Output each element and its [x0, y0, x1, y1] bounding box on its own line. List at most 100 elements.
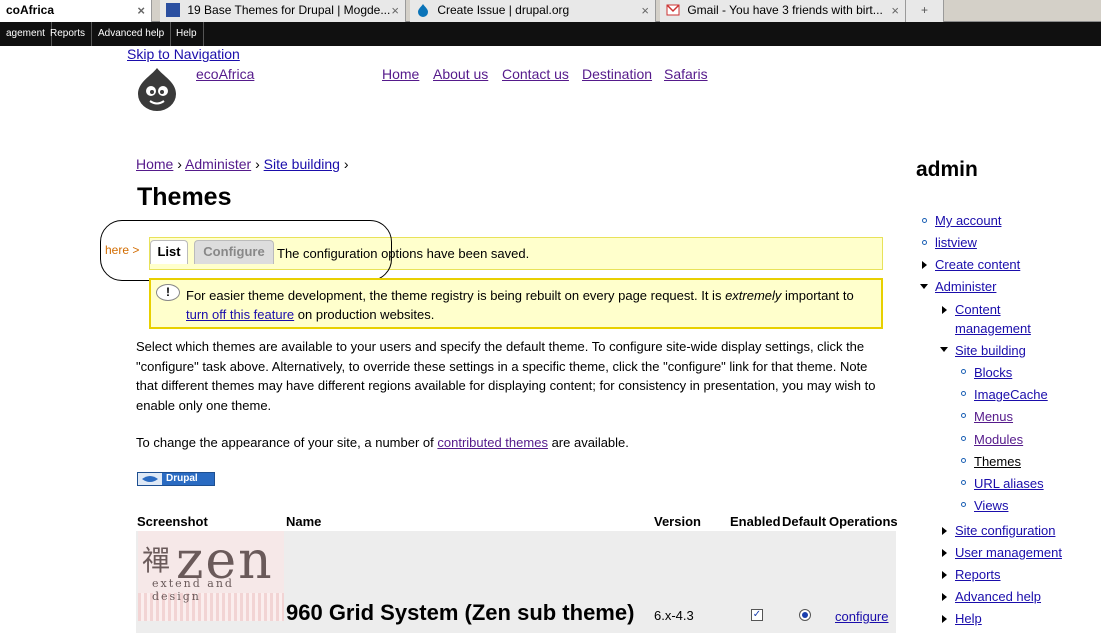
bullet-icon: [961, 436, 966, 441]
browser-tab-ecoafrica[interactable]: coAfrica ×: [0, 0, 152, 22]
collapsed-arrow-icon[interactable]: [922, 261, 927, 269]
exclamation-icon: !: [156, 284, 180, 301]
bullet-icon: [922, 240, 927, 245]
turn-off-feature-link[interactable]: turn off this feature: [186, 307, 294, 322]
new-tab-button[interactable]: +: [906, 0, 944, 22]
admin-menu-item-advanced-help[interactable]: Advanced help: [92, 22, 172, 46]
sidebar-item-administer[interactable]: Administer: [935, 277, 996, 296]
sidebar-item-advanced-help[interactable]: Advanced help: [955, 587, 1041, 606]
breadcrumb-separator: ›: [177, 156, 182, 172]
sidebar-item-create-content[interactable]: Create content: [935, 255, 1020, 274]
primary-link-safaris[interactable]: Safaris: [664, 66, 708, 82]
collapsed-arrow-icon[interactable]: [942, 549, 947, 557]
sidebar-item-site-configuration[interactable]: Site configuration: [955, 521, 1055, 540]
browser-tab-base-themes[interactable]: 19 Base Themes for Drupal | Mogde... ×: [160, 0, 406, 22]
tab-title: coAfrica: [6, 3, 55, 17]
warning-emphasis: extremely: [725, 288, 782, 303]
column-header-screenshot: Screenshot: [137, 514, 208, 529]
breadcrumb-administer[interactable]: Administer: [185, 156, 251, 172]
drupal-logo-icon[interactable]: [136, 66, 178, 112]
bullet-icon: [961, 391, 966, 396]
warning-text-end: on production websites.: [294, 307, 435, 322]
bullet-icon: [961, 458, 966, 463]
tab-title: 19 Base Themes for Drupal | Mogde...: [187, 3, 391, 17]
theme-version: 6.x-4.3: [654, 608, 694, 623]
skip-to-navigation-link[interactable]: Skip to Navigation: [127, 46, 240, 62]
appearance-text-after: are available.: [547, 435, 629, 450]
sidebar-item-listview[interactable]: listview: [935, 233, 977, 252]
sidebar-item-blocks[interactable]: Blocks: [974, 363, 1012, 382]
sidebar-item-modules[interactable]: Modules: [974, 430, 1023, 449]
sidebar-item-url-aliases[interactable]: URL aliases: [974, 474, 1044, 493]
column-header-version: Version: [654, 514, 701, 529]
column-header-operations: Operations: [829, 514, 898, 529]
sidebar-item-user-management[interactable]: User management: [955, 543, 1062, 562]
primary-link-home[interactable]: Home: [382, 66, 419, 82]
sidebar-title: admin: [916, 158, 978, 181]
enabled-checkbox[interactable]: ✓: [751, 609, 763, 621]
annotation-circle: [100, 220, 392, 281]
sidebar-item-menus[interactable]: Menus: [974, 407, 1013, 426]
browser-tab-gmail[interactable]: Gmail - You have 3 friends with birt... …: [660, 0, 906, 22]
admin-menu-bar: agement Reports Advanced help Help: [0, 22, 1101, 46]
drupal-badge-drop-icon: [138, 473, 162, 485]
collapsed-arrow-icon[interactable]: [942, 571, 947, 579]
drupal-favicon-icon: [416, 3, 430, 17]
favicon-icon: [166, 3, 180, 17]
column-header-default: Default: [782, 514, 827, 529]
admin-menu-item-reports[interactable]: Reports: [44, 22, 93, 46]
column-header-enabled: Enabled: [730, 514, 781, 529]
column-header-name: Name: [286, 514, 322, 529]
warning-text-after: important to: [781, 288, 854, 303]
default-radio[interactable]: [799, 609, 811, 621]
breadcrumb-home[interactable]: Home: [136, 156, 173, 172]
sidebar-item-help[interactable]: Help: [955, 609, 982, 628]
expanded-arrow-icon[interactable]: [920, 284, 928, 289]
breadcrumb-site-building[interactable]: Site building: [264, 156, 340, 172]
page-title: Themes: [137, 183, 232, 211]
site-name-link[interactable]: ecoAfrica: [196, 66, 254, 82]
warning-message-text: For easier theme development, the theme …: [186, 286, 876, 324]
collapsed-arrow-icon[interactable]: [942, 527, 947, 535]
sidebar-item-content-management[interactable]: Content management: [955, 300, 1065, 338]
theme-screenshot: 禪 zen extend and design: [138, 531, 284, 621]
configure-link[interactable]: configure: [835, 609, 888, 624]
appearance-text-before: To change the appearance of your site, a…: [136, 435, 438, 450]
theme-name: 960 Grid System (Zen sub theme): [286, 600, 635, 625]
screenshot-subtitle: extend and design: [152, 577, 234, 603]
collapsed-arrow-icon[interactable]: [942, 306, 947, 314]
contributed-themes-link[interactable]: contributed themes: [437, 435, 548, 450]
browser-tab-create-issue[interactable]: Create Issue | drupal.org ×: [410, 0, 656, 22]
warning-text-before: For easier theme development, the theme …: [186, 288, 726, 303]
primary-link-about-us[interactable]: About us: [433, 66, 488, 82]
tab-title: Create Issue | drupal.org: [437, 3, 570, 17]
sidebar-item-site-building[interactable]: Site building: [955, 341, 1026, 360]
close-tab-icon[interactable]: ×: [137, 0, 145, 21]
bullet-icon: [961, 369, 966, 374]
primary-link-contact-us[interactable]: Contact us: [502, 66, 569, 82]
collapsed-arrow-icon[interactable]: [942, 615, 947, 623]
sidebar-item-themes[interactable]: Themes: [974, 452, 1021, 471]
breadcrumb: Home › Administer › Site building ›: [136, 156, 348, 172]
intro-paragraph: Select which themes are available to you…: [136, 339, 876, 413]
primary-link-destination[interactable]: Destination: [582, 66, 652, 82]
collapsed-arrow-icon[interactable]: [942, 593, 947, 601]
close-tab-icon[interactable]: ×: [641, 0, 649, 21]
sidebar-item-imagecache[interactable]: ImageCache: [974, 385, 1048, 404]
sidebar-item-reports[interactable]: Reports: [955, 565, 1001, 584]
annotation-here-label: here >: [105, 243, 140, 257]
close-tab-icon[interactable]: ×: [391, 0, 399, 21]
admin-menu-item-help[interactable]: Help: [170, 22, 204, 46]
drupal-badge[interactable]: Drupal: [137, 472, 215, 486]
bullet-icon: [961, 480, 966, 485]
sidebar-item-views[interactable]: Views: [974, 496, 1008, 515]
breadcrumb-separator: ›: [343, 156, 349, 172]
expanded-arrow-icon[interactable]: [940, 347, 948, 352]
appearance-paragraph: To change the appearance of your site, a…: [136, 435, 629, 450]
drupal-badge-label: Drupal: [166, 473, 198, 484]
bullet-icon: [961, 413, 966, 418]
bullet-icon: [922, 218, 927, 223]
gmail-favicon-icon: [666, 3, 680, 17]
sidebar-item-my-account[interactable]: My account: [935, 211, 1001, 230]
close-tab-icon[interactable]: ×: [891, 0, 899, 21]
